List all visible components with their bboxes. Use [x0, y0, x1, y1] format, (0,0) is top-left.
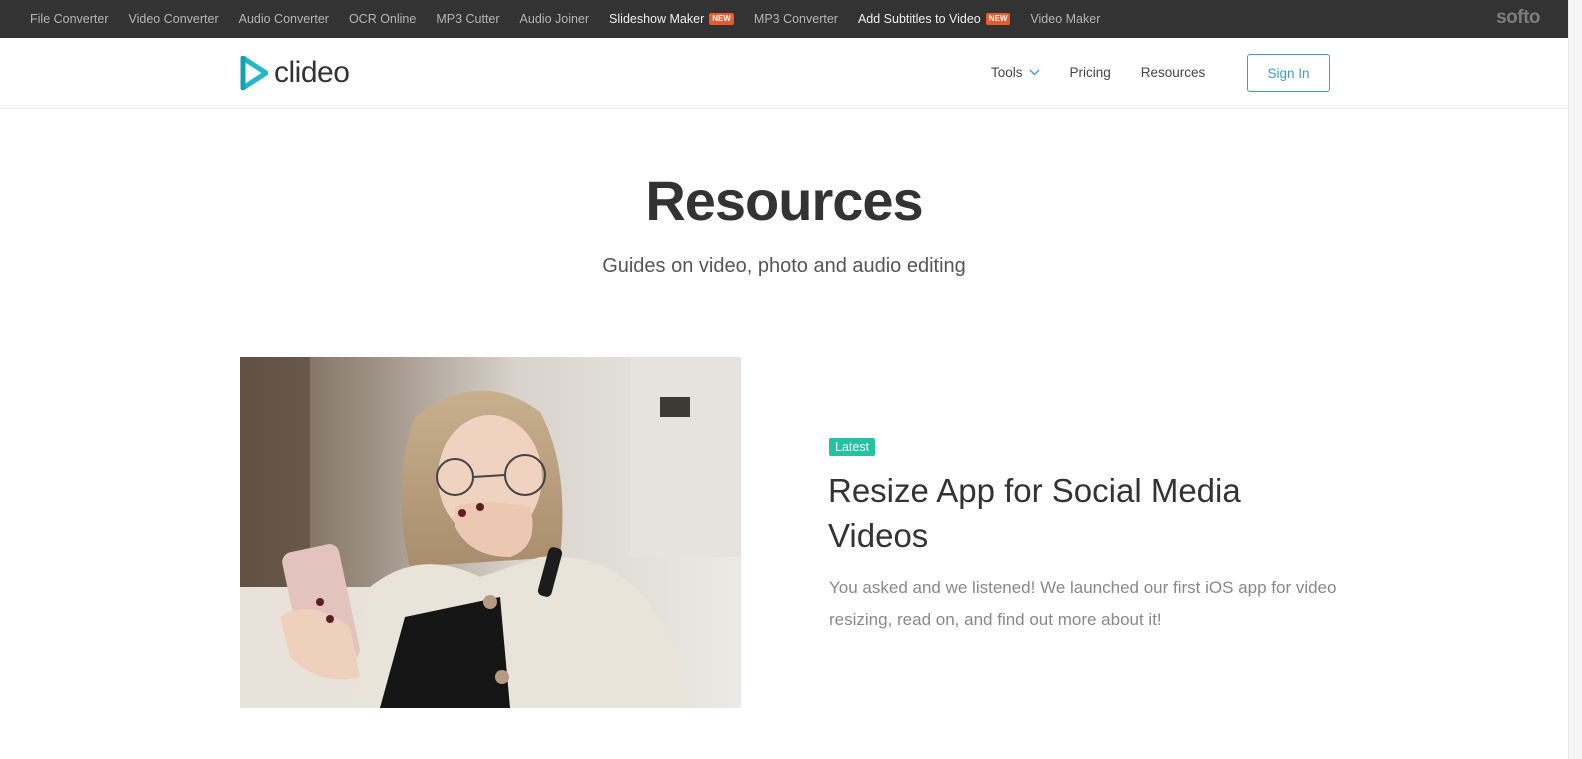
nav-resources-label: Resources [1140, 65, 1206, 80]
nav-pricing[interactable]: Pricing [1070, 65, 1111, 80]
article-title[interactable]: Resize App for Social Media Videos [828, 468, 1298, 558]
link-label: Video Converter [128, 12, 219, 26]
link-audio-converter[interactable]: Audio Converter [239, 12, 329, 26]
page-subtitle: Guides on video, photo and audio editing [602, 255, 966, 277]
link-label: Slideshow Maker [609, 12, 705, 26]
nav-tools[interactable]: Tools [991, 65, 1040, 80]
new-badge: NEW [709, 13, 734, 25]
link-label: OCR Online [348, 12, 417, 26]
link-file-converter[interactable]: File Converter [30, 12, 109, 26]
woman-with-phone-photo [240, 357, 741, 708]
clideo-logo[interactable]: clideo [240, 56, 350, 90]
product-links: File Converter Video Converter Audio Con… [30, 0, 1120, 38]
link-ocr-online[interactable]: OCR Online [349, 12, 416, 26]
nav-tools-label: Tools [991, 65, 1023, 80]
link-video-converter[interactable]: Video Converter [129, 12, 219, 26]
article-thumbnail[interactable] [240, 357, 741, 708]
link-slideshow-maker[interactable]: Slideshow Maker NEW [609, 12, 734, 26]
scrollbar[interactable] [1568, 0, 1582, 759]
new-badge: NEW [985, 13, 1011, 25]
link-label: File Converter [30, 12, 109, 26]
site-header: clideo Tools Pricing Resources Sign In [0, 38, 1568, 109]
link-label: Video Maker [1030, 12, 1101, 26]
play-logo-icon [240, 56, 268, 90]
link-mp3-cutter[interactable]: MP3 Cutter [436, 12, 499, 26]
link-label: Audio Converter [238, 12, 329, 26]
nav-pricing-label: Pricing [1069, 65, 1111, 80]
link-add-subtitles[interactable]: Add Subtitles to Video NEW [857, 12, 1011, 26]
link-audio-joiner[interactable]: Audio Joiner [520, 12, 590, 26]
link-video-maker[interactable]: Video Maker [1030, 12, 1100, 26]
link-label: Audio Joiner [519, 12, 590, 26]
softo-logo[interactable]: softo [1496, 7, 1540, 29]
chevron-down-icon [1029, 69, 1040, 76]
link-label: Add Subtitles to Video [857, 12, 981, 26]
latest-tag: Latest [829, 438, 876, 456]
nav-resources[interactable]: Resources [1141, 65, 1206, 80]
sign-in-button[interactable]: Sign In [1247, 54, 1330, 92]
top-product-bar: File Converter Video Converter Audio Con… [0, 0, 1568, 38]
article-description: You asked and we listened! We launched o… [829, 578, 1337, 629]
link-label: MP3 Converter [753, 12, 838, 26]
link-mp3-converter[interactable]: MP3 Converter [754, 12, 838, 26]
main-nav: Tools Pricing Resources [991, 65, 1235, 80]
page-title: Resources [645, 169, 923, 232]
logo-wordmark: clideo [274, 56, 350, 89]
link-label: MP3 Cutter [436, 12, 500, 26]
